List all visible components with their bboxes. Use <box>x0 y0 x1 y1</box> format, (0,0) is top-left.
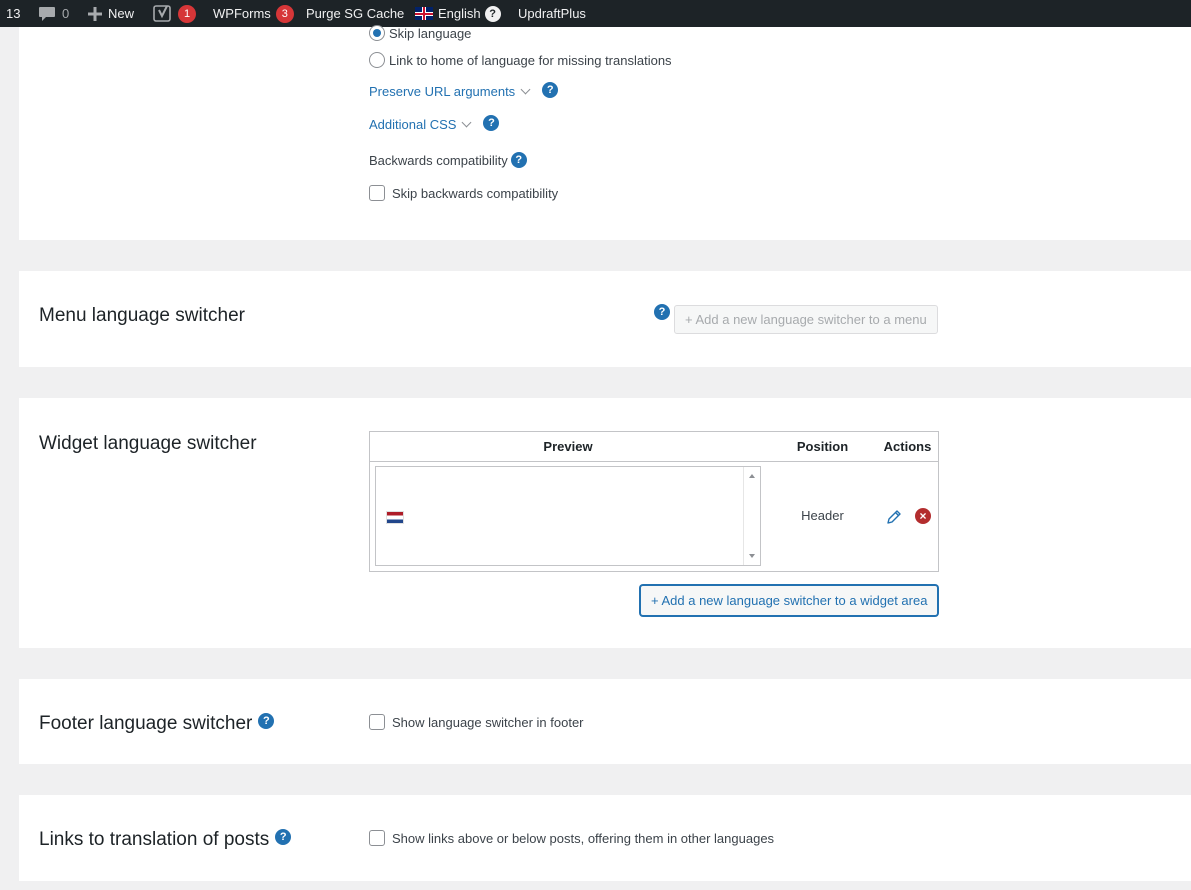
post-links-row[interactable]: Show links above or below posts, offerin… <box>369 830 774 846</box>
updraft-label: UpdraftPlus <box>518 6 586 21</box>
chevron-down-icon <box>462 117 472 128</box>
footer-switcher-checkbox[interactable] <box>369 714 385 730</box>
footer-switcher-panel: Footer language switcher ? Show language… <box>19 679 1191 764</box>
wpforms-badge: 3 <box>275 4 294 23</box>
yoast-badge: 1 <box>178 4 196 23</box>
footer-switcher-title-text: Footer language switcher <box>39 713 253 734</box>
skip-backwards-row[interactable]: Skip backwards compatibility <box>369 185 558 201</box>
widget-switcher-title-text: Widget language switcher <box>39 433 257 454</box>
widget-switcher-panel: Widget language switcher Preview Positio… <box>19 398 1191 648</box>
help-icon[interactable]: ? <box>654 304 670 320</box>
new-content-item[interactable]: New <box>88 0 134 27</box>
uk-flag-icon <box>415 7 433 20</box>
delete-icon[interactable]: × <box>915 508 931 524</box>
footer-switcher-row[interactable]: Show language switcher in footer <box>369 714 584 730</box>
updates-item[interactable]: 13 <box>6 0 20 27</box>
comment-icon <box>39 6 55 21</box>
admin-bar: 13 0 New 1 WPForms 3 Purge SG Cache Engl… <box>0 0 1191 27</box>
preserve-url-toggle[interactable]: Preserve URL arguments ? <box>369 81 559 99</box>
radio-link-home[interactable] <box>369 52 385 68</box>
preview-scrollbar[interactable] <box>743 467 760 565</box>
footer-switcher-label: Show language switcher in footer <box>392 714 584 730</box>
menu-switcher-panel: Menu language switcher ? + Add a new lan… <box>19 271 1191 367</box>
skip-backwards-label: Skip backwards compatibility <box>392 185 559 201</box>
menu-switcher-title: Menu language switcher <box>39 305 245 327</box>
post-links-label: Show links above or below posts, offerin… <box>392 830 775 846</box>
pencil-icon[interactable] <box>886 509 902 525</box>
updraftplus-item[interactable]: UpdraftPlus <box>518 0 586 27</box>
yoast-logo-icon <box>153 4 171 22</box>
scroll-up-arrow-icon[interactable] <box>749 474 755 478</box>
language-item[interactable]: English ? <box>415 0 501 27</box>
chevron-down-icon <box>520 84 531 95</box>
wpforms-item[interactable]: WPForms 3 <box>213 0 294 27</box>
widget-switcher-title: Widget language switcher <box>39 433 257 455</box>
backwards-label: Backwards compatibility <box>369 152 508 168</box>
column-header-actions: Actions <box>883 439 932 454</box>
scroll-down-arrow-icon[interactable] <box>749 554 755 558</box>
help-icon[interactable]: ? <box>510 152 527 168</box>
help-icon[interactable]: ? <box>483 114 500 131</box>
comments-item[interactable]: 0 <box>38 0 69 27</box>
table-header-divider <box>370 461 938 462</box>
additional-css-toggle[interactable]: Additional CSS ? <box>369 114 500 132</box>
post-links-title-text: Links to translation of posts <box>39 829 270 850</box>
post-links-title: Links to translation of posts ? <box>39 829 292 851</box>
radio-link-home-row[interactable]: Link to home of language for missing tra… <box>369 52 672 68</box>
add-widget-switcher-button[interactable]: + Add a new language switcher to a widge… <box>640 585 939 616</box>
radio-link-home-label: Link to home of language for missing tra… <box>389 52 672 68</box>
nl-flag-icon <box>386 511 404 524</box>
plus-icon <box>88 6 102 21</box>
widget-position-cell: Header <box>801 508 844 523</box>
comments-count: 0 <box>62 6 70 21</box>
purge-cache-item[interactable]: Purge SG Cache <box>306 0 404 27</box>
yoast-item[interactable]: 1 <box>153 0 196 27</box>
post-links-checkbox[interactable] <box>369 830 385 846</box>
backwards-compat-heading: Backwards compatibility ? <box>369 152 527 168</box>
widget-switcher-table: Preview Position Actions Header × <box>369 431 939 572</box>
footer-switcher-title: Footer language switcher ? <box>39 713 275 735</box>
updates-count: 13 <box>6 6 21 21</box>
new-label: New <box>108 6 135 21</box>
options-panel: Skip language Link to home of language f… <box>19 25 1191 240</box>
preserve-url-label: Preserve URL arguments <box>369 84 516 99</box>
radio-skip-language-row[interactable]: Skip language <box>369 25 471 41</box>
additional-css-label: Additional CSS <box>369 117 457 132</box>
add-menu-switcher-button[interactable]: + Add a new language switcher to a menu <box>674 305 938 334</box>
radio-skip-language[interactable] <box>369 25 385 41</box>
widget-preview-frame[interactable] <box>375 466 761 566</box>
purge-label: Purge SG Cache <box>306 6 405 21</box>
post-links-panel: Links to translation of posts ? Show lin… <box>19 795 1191 881</box>
column-header-position: Position <box>796 439 849 454</box>
help-icon[interactable]: ? <box>258 713 275 729</box>
wpforms-label: WPForms <box>213 6 271 21</box>
skip-backwards-checkbox[interactable] <box>369 185 385 201</box>
menu-switcher-title-text: Menu language switcher <box>39 305 245 326</box>
language-help-icon[interactable]: ? <box>484 5 501 22</box>
help-icon[interactable]: ? <box>275 829 292 845</box>
radio-skip-language-label: Skip language <box>389 25 472 41</box>
language-label: English <box>438 6 481 21</box>
help-icon[interactable]: ? <box>542 81 559 98</box>
column-header-preview: Preview <box>543 439 593 454</box>
